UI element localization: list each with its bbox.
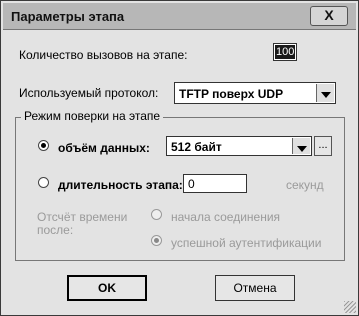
protocol-dropdown[interactable]: TFTP поверх UDP	[174, 82, 336, 104]
data-volume-label: объём данных:	[58, 141, 150, 155]
protocol-label: Используемый протокол:	[19, 86, 159, 100]
calls-count-field[interactable]: 100	[273, 43, 297, 61]
duration-unit: секунд	[286, 178, 324, 192]
calls-count-value: 100	[275, 45, 296, 59]
chevron-down-icon[interactable]	[316, 84, 334, 102]
count-from-auth-label: успешной аутентификации	[171, 236, 322, 250]
protocol-selected: TFTP поверх UDP	[179, 87, 284, 101]
count-time-label-line1: Отсчёт времени	[37, 210, 128, 224]
dialog-title: Параметры этапа	[11, 9, 125, 24]
radio-data-volume[interactable]	[38, 140, 49, 151]
chevron-down-icon[interactable]	[292, 138, 310, 154]
duration-field[interactable]: 0	[183, 174, 247, 193]
count-from-start-label: начала соединения	[171, 210, 281, 224]
duration-label: длительность этапа:	[58, 178, 183, 192]
radio-count-from-auth[interactable]	[151, 235, 162, 246]
resize-grip-icon[interactable]	[344, 301, 356, 313]
cancel-button[interactable]: Отмена	[215, 275, 295, 301]
ok-button[interactable]: OK	[67, 275, 147, 301]
count-time-label-line2: после:	[37, 223, 74, 237]
stage-parameters-dialog: Параметры этапа X Количество вызовов на …	[0, 0, 359, 316]
mode-group-title: Режим поверки на этапе	[21, 109, 164, 123]
radio-duration[interactable]	[38, 177, 49, 188]
data-volume-selected: 512 байт	[171, 140, 222, 154]
radio-count-from-start[interactable]	[151, 209, 162, 220]
duration-value: 0	[188, 177, 195, 191]
calls-count-label: Количество вызовов на этапе:	[19, 48, 188, 62]
data-volume-dropdown[interactable]: 512 байт	[166, 136, 312, 156]
title-bar: Параметры этапа X	[3, 3, 356, 30]
close-button[interactable]: X	[310, 6, 348, 26]
data-volume-browse-button[interactable]: ...	[314, 136, 332, 156]
